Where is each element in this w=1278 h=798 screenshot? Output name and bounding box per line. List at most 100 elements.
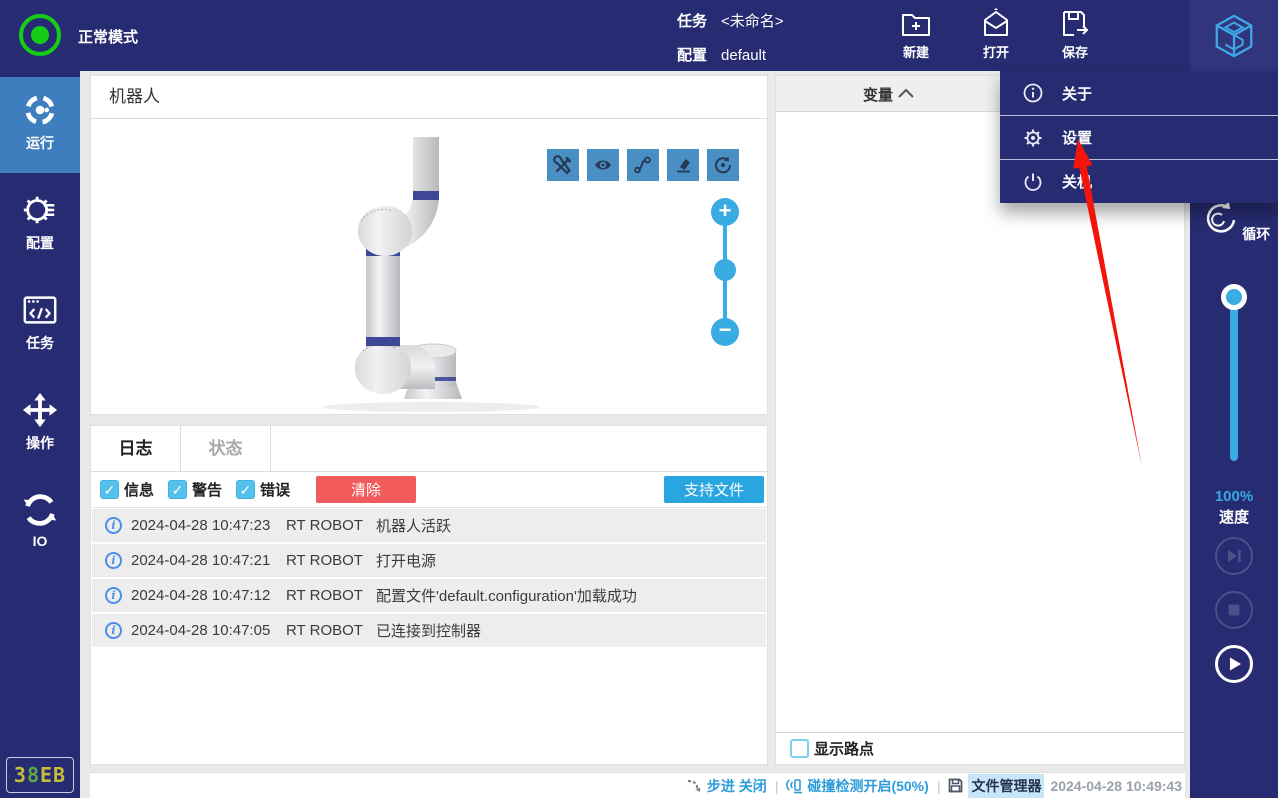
- system-dropdown-menu: 关于 设置 关机: [1000, 71, 1278, 203]
- brand-cube-logo-icon: [1215, 14, 1253, 58]
- menu-item-about[interactable]: 关于: [1000, 71, 1278, 115]
- info-icon: [1023, 83, 1043, 103]
- log-row: i 2024-04-28 10:47:05 RT ROBOT 已连接到控制器: [92, 614, 766, 647]
- filter-info-checkbox[interactable]: 信息: [100, 479, 154, 500]
- info-icon: i: [105, 552, 122, 569]
- new-task-button[interactable]: 新建: [885, 5, 947, 67]
- loop-cycle-icon: [1206, 201, 1236, 233]
- log-row: i 2024-04-28 10:47:12 RT ROBOT 配置文件'defa…: [92, 579, 766, 612]
- speed-value: 100%: [1214, 488, 1254, 505]
- chevron-up-icon: [898, 89, 914, 98]
- status-bar: 步进 关闭 | 碰撞检测开启(50%) | 文件管理器 2024-04-28 1…: [90, 772, 1185, 798]
- visibility-button[interactable]: [587, 149, 619, 181]
- step-button[interactable]: [1215, 537, 1253, 575]
- zoom-control: + −: [711, 198, 739, 346]
- sidebar-item-config[interactable]: 配置: [0, 177, 80, 273]
- sidebar-item-operate[interactable]: 操作: [0, 377, 80, 473]
- step-forward-icon: [1228, 550, 1241, 562]
- status-timestamp: 2024-04-28 10:49:43: [1050, 777, 1182, 794]
- stop-icon: [1228, 604, 1240, 616]
- task-label: 任务: [677, 13, 708, 30]
- open-envelope-icon: [984, 8, 1008, 36]
- open-task-button[interactable]: 打开: [965, 5, 1027, 67]
- info-icon: i: [105, 517, 122, 534]
- rotate-icon: [715, 156, 732, 174]
- step-mode-icon: [687, 779, 701, 792]
- hex-status-badge: 38EB: [6, 757, 74, 793]
- move-arrows-icon: [22, 392, 58, 428]
- app-menu-button[interactable]: [1190, 0, 1278, 71]
- filter-warning-checkbox[interactable]: 警告: [168, 479, 222, 500]
- zoom-in-button[interactable]: +: [711, 198, 739, 226]
- checkbox-checked-icon: [168, 480, 188, 499]
- menu-item-settings[interactable]: 设置: [1000, 115, 1278, 159]
- task-code-icon: [23, 296, 57, 324]
- checkbox-checked-icon: [236, 480, 256, 499]
- log-tabs: 日志 状态: [91, 426, 767, 472]
- robot-panel-title: 机器人: [91, 76, 767, 119]
- speed-slider-handle[interactable]: [1221, 284, 1247, 310]
- clear-log-button[interactable]: 清除: [316, 476, 417, 503]
- power-icon: [1024, 173, 1042, 191]
- config-row: 配置 default: [677, 44, 766, 65]
- config-value: default: [721, 47, 767, 64]
- robot-panel: 机器人 + −: [90, 75, 768, 415]
- run-icon: [25, 95, 55, 125]
- file-manager-icon: [949, 778, 963, 793]
- tab-log[interactable]: 日志: [91, 426, 181, 471]
- show-waypoints-row: 显示路点: [776, 732, 1184, 764]
- play-icon: [1230, 657, 1241, 671]
- stop-button[interactable]: [1215, 591, 1253, 629]
- gear-icon: [1024, 129, 1042, 146]
- erase-button[interactable]: [667, 149, 699, 181]
- mode-status-light: [19, 14, 61, 56]
- collision-icon: [786, 779, 803, 794]
- tools-button[interactable]: [547, 149, 579, 181]
- menu-item-shutdown[interactable]: 关机: [1000, 159, 1278, 203]
- info-icon: i: [105, 587, 122, 604]
- support-files-button[interactable]: 支持文件: [664, 476, 764, 503]
- eye-icon: [595, 160, 611, 170]
- eraser-icon: [677, 159, 690, 173]
- log-row: i 2024-04-28 10:47:21 RT ROBOT 打开电源: [92, 544, 766, 577]
- variables-title: 变量: [863, 87, 894, 104]
- separator: |: [774, 777, 779, 794]
- top-bar: 正常模式 任务 <未命名> 配置 default 新建 打开 保存: [0, 0, 1278, 71]
- log-row: i 2024-04-28 10:47:23 RT ROBOT 机器人活跃: [92, 509, 766, 542]
- log-filter-row: 信息 警告 错误 清除 支持文件: [91, 472, 767, 508]
- sidebar-item-run[interactable]: 运行: [0, 77, 80, 173]
- task-value: <未命名>: [721, 13, 784, 30]
- tools-icon: [553, 155, 571, 175]
- task-row: 任务 <未命名>: [677, 10, 784, 31]
- robot-view-toolbar: [547, 149, 739, 181]
- trajectory-button[interactable]: [627, 149, 659, 181]
- mode-label: 正常模式: [78, 29, 139, 46]
- left-sidebar: 运行 配置 任务 操作 IO: [0, 71, 80, 798]
- filter-error-checkbox[interactable]: 错误: [236, 479, 290, 500]
- show-waypoints-checkbox[interactable]: 显示路点: [790, 738, 874, 759]
- checkbox-unchecked-icon: [790, 739, 809, 758]
- zoom-out-button[interactable]: −: [711, 318, 739, 346]
- zoom-slider-handle[interactable]: [714, 259, 736, 281]
- speed-slider-track[interactable]: [1230, 295, 1238, 461]
- sidebar-item-task[interactable]: 任务: [0, 277, 80, 373]
- separator: |: [936, 777, 941, 794]
- log-panel: 日志 状态 信息 警告 错误 清除 支持文件 i 2024-04-28 10:4…: [90, 425, 768, 765]
- config-label: 配置: [677, 47, 708, 64]
- save-icon: [1063, 11, 1089, 36]
- tab-status[interactable]: 状态: [181, 426, 271, 471]
- new-folder-icon: [902, 14, 930, 36]
- save-task-button[interactable]: 保存: [1044, 5, 1106, 67]
- file-manager-button[interactable]: 文件管理器: [947, 773, 1045, 798]
- loop-mode-button[interactable]: 循环: [1190, 199, 1278, 244]
- step-mode-status[interactable]: 步进 关闭: [686, 776, 767, 796]
- io-cycle-icon: [23, 494, 57, 526]
- reset-view-button[interactable]: [707, 149, 739, 181]
- speed-label: 速度: [1218, 509, 1249, 526]
- collision-detection-status[interactable]: 碰撞检测开启(50%): [785, 776, 929, 796]
- log-entry-list: i 2024-04-28 10:47:23 RT ROBOT 机器人活跃 i 2…: [91, 508, 767, 647]
- info-icon: i: [105, 622, 122, 639]
- sidebar-item-io[interactable]: IO: [0, 477, 80, 573]
- checkbox-checked-icon: [100, 480, 119, 499]
- play-button[interactable]: [1215, 645, 1253, 683]
